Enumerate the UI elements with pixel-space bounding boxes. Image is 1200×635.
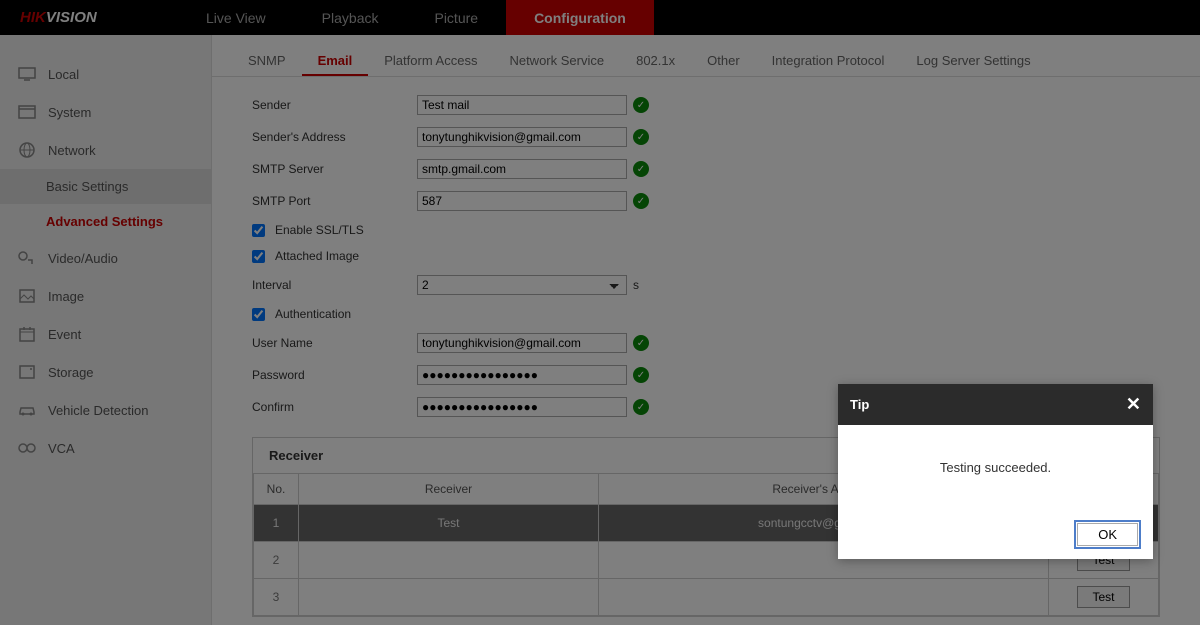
- dialog-title: Tip: [850, 397, 869, 412]
- close-icon[interactable]: ✕: [1126, 394, 1141, 415]
- ok-button[interactable]: OK: [1074, 520, 1141, 549]
- dialog-message: Testing succeeded.: [838, 425, 1153, 510]
- tip-dialog: Tip ✕ Testing succeeded. OK: [838, 384, 1153, 559]
